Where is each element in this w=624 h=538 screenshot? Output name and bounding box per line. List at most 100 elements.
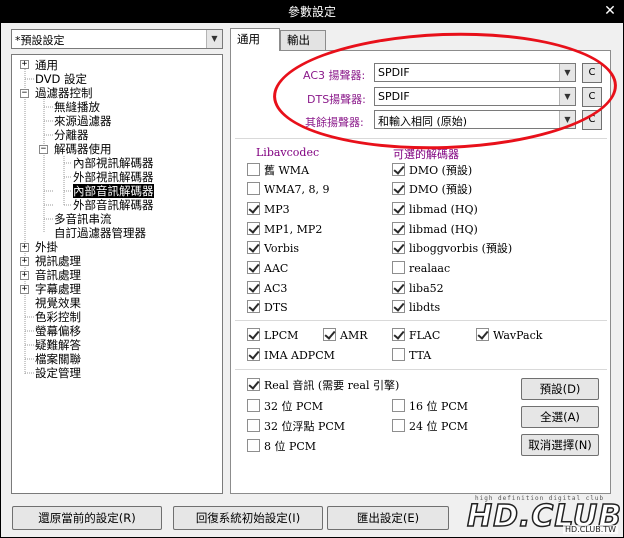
other-speaker-dropdown[interactable]: 和輸入相同 (原始) ▼ xyxy=(374,110,576,129)
checkbox-real-audio[interactable]: Real 音訊 (需要 real 引擎) xyxy=(247,378,399,394)
reset-defaults-button[interactable]: 回復系統初始設定(I) xyxy=(173,506,323,530)
checkbox-box[interactable] xyxy=(392,328,405,341)
checkbox-dts[interactable]: DTS xyxy=(247,300,288,316)
checkbox-ima-adpcm[interactable]: IMA ADPCM xyxy=(247,348,335,364)
collapse-icon[interactable]: − xyxy=(20,89,29,98)
checkbox-amr[interactable]: AMR xyxy=(323,328,368,344)
checkbox-box[interactable] xyxy=(247,163,260,176)
checkbox-box[interactable] xyxy=(247,300,260,313)
ac3-speaker-dropdown[interactable]: SPDIF ▼ xyxy=(374,63,576,82)
checkbox-box[interactable] xyxy=(247,222,260,235)
checkbox-libdts[interactable]: libdts xyxy=(392,300,440,316)
tree-item-audio-processing[interactable]: 音訊處理 xyxy=(35,268,81,282)
tree-item-screen-offset[interactable]: 螢幕偏移 xyxy=(35,324,81,338)
checkbox-flac[interactable]: FLAC xyxy=(392,328,440,344)
checkbox-box[interactable] xyxy=(247,281,260,294)
preset-dropdown[interactable]: *預設設定 ▼ xyxy=(11,29,223,49)
tree-item-troubleshoot[interactable]: 疑難解答 xyxy=(35,338,81,352)
checkbox-box[interactable] xyxy=(392,222,405,235)
chevron-down-icon[interactable]: ▼ xyxy=(559,88,575,105)
checkbox-dmo-1[interactable]: DMO (預設) xyxy=(392,163,472,179)
tree-item-filter-control[interactable]: 過濾器控制 xyxy=(35,86,93,100)
checkbox-box[interactable] xyxy=(392,241,405,254)
checkbox-box[interactable] xyxy=(247,439,260,452)
checkbox-box[interactable] xyxy=(392,163,405,176)
checkbox-lpcm[interactable]: LPCM xyxy=(247,328,298,344)
checkbox-old-wma[interactable]: 舊 WMA xyxy=(247,163,309,179)
checkbox-box[interactable] xyxy=(247,348,260,361)
expand-icon[interactable]: + xyxy=(20,60,29,69)
tree-item-seamless[interactable]: 無縫播放 xyxy=(54,100,100,114)
dts-config-button[interactable]: C xyxy=(582,87,602,107)
checkbox-8bit-pcm[interactable]: 8 位 PCM xyxy=(247,439,316,455)
checkbox-tta[interactable]: TTA xyxy=(392,348,431,364)
checkbox-aac[interactable]: AAC xyxy=(247,261,288,277)
chevron-down-icon[interactable]: ▼ xyxy=(206,30,222,48)
checkbox-box[interactable] xyxy=(247,182,260,195)
checkbox-24bit-pcm[interactable]: 24 位 PCM xyxy=(392,419,468,435)
expand-icon[interactable]: + xyxy=(20,285,29,294)
checkbox-box[interactable] xyxy=(247,399,260,412)
tree-item-color-control[interactable]: 色彩控制 xyxy=(35,310,81,324)
dts-speaker-dropdown[interactable]: SPDIF ▼ xyxy=(374,87,576,106)
checkbox-box[interactable] xyxy=(392,399,405,412)
checkbox-box[interactable] xyxy=(392,419,405,432)
checkbox-vorbis[interactable]: Vorbis xyxy=(247,241,299,257)
checkbox-box[interactable] xyxy=(392,348,405,361)
expand-icon[interactable]: + xyxy=(20,243,29,252)
expand-icon[interactable]: + xyxy=(20,271,29,280)
chevron-down-icon[interactable]: ▼ xyxy=(559,64,575,81)
checkbox-box[interactable] xyxy=(476,328,489,341)
export-settings-button[interactable]: 匯出設定(E) xyxy=(327,506,449,530)
checkbox-box[interactable] xyxy=(392,202,405,215)
checkbox-mp3[interactable]: MP3 xyxy=(247,202,290,218)
other-config-button[interactable]: C xyxy=(582,110,602,130)
tree-item-file-association[interactable]: 檔案關聯 xyxy=(35,352,81,366)
tree-item-custom-filter[interactable]: 自訂過濾器管理器 xyxy=(54,226,146,240)
chevron-down-icon[interactable]: ▼ xyxy=(559,111,575,128)
checkbox-wma789[interactable]: WMA7, 8, 9 xyxy=(247,182,330,198)
tree-item-splitter[interactable]: 分離器 xyxy=(54,128,89,142)
tree-item-visual-effects[interactable]: 視覺效果 xyxy=(35,296,81,310)
checkbox-box[interactable] xyxy=(247,328,260,341)
tree-item-general[interactable]: 通用 xyxy=(35,58,58,72)
checkbox-realaac[interactable]: realaac xyxy=(392,261,450,277)
checkbox-box[interactable] xyxy=(323,328,336,341)
tab-output[interactable]: 輸出 xyxy=(280,30,326,50)
checkbox-16bit-pcm[interactable]: 16 位 PCM xyxy=(392,399,468,415)
checkbox-box[interactable] xyxy=(247,419,260,432)
checkbox-box[interactable] xyxy=(247,202,260,215)
checkbox-liboggvorbis[interactable]: liboggvorbis (預設) xyxy=(392,241,512,257)
settings-tree[interactable]: + 通用 DVD 設定 − 過濾器控制 無縫播放 來源過濾器 分離器 − 解碼器… xyxy=(11,54,223,494)
tree-item-dvd[interactable]: DVD 設定 xyxy=(35,72,87,86)
checkbox-libmad-2[interactable]: libmad (HQ) xyxy=(392,222,478,238)
tree-item-plugins[interactable]: 外掛 xyxy=(35,240,58,254)
collapse-icon[interactable]: − xyxy=(39,145,48,154)
checkbox-mp1-mp2[interactable]: MP1, MP2 xyxy=(247,222,322,238)
checkbox-liba52[interactable]: liba52 xyxy=(392,281,444,297)
select-all-button[interactable]: 全選(A) xyxy=(521,406,599,428)
checkbox-ac3[interactable]: AC3 xyxy=(247,281,287,297)
checkbox-libmad-1[interactable]: libmad (HQ) xyxy=(392,202,478,218)
expand-icon[interactable]: + xyxy=(20,257,29,266)
checkbox-box[interactable] xyxy=(247,241,260,254)
tree-item-decoder-usage[interactable]: 解碼器使用 xyxy=(54,142,112,156)
default-button[interactable]: 預設(D) xyxy=(521,378,599,400)
ac3-config-button[interactable]: C xyxy=(582,63,602,83)
checkbox-box[interactable] xyxy=(247,261,260,274)
checkbox-box[interactable] xyxy=(392,261,405,274)
tree-item-settings-management[interactable]: 設定管理 xyxy=(35,366,81,380)
tree-item-video-processing[interactable]: 視訊處理 xyxy=(35,254,81,268)
tab-general[interactable]: 通用 xyxy=(230,28,280,51)
checkbox-box[interactable] xyxy=(392,182,405,195)
close-icon[interactable]: ✕ xyxy=(601,3,619,20)
tree-item-multi-audio[interactable]: 多音訊串流 xyxy=(54,212,112,226)
checkbox-wavpack[interactable]: WavPack xyxy=(476,328,542,344)
checkbox-32bit-float-pcm[interactable]: 32 位浮點 PCM xyxy=(247,419,345,435)
checkbox-box[interactable] xyxy=(247,378,260,391)
restore-settings-button[interactable]: 還原當前的設定(R) xyxy=(12,506,162,530)
tree-item-external-video[interactable]: 外部視訊解碼器 xyxy=(73,170,154,184)
tree-item-internal-audio[interactable]: 內部音訊解碼器 xyxy=(73,184,154,198)
checkbox-dmo-2[interactable]: DMO (預設) xyxy=(392,182,472,198)
tree-item-source-filter[interactable]: 來源過濾器 xyxy=(54,114,112,128)
